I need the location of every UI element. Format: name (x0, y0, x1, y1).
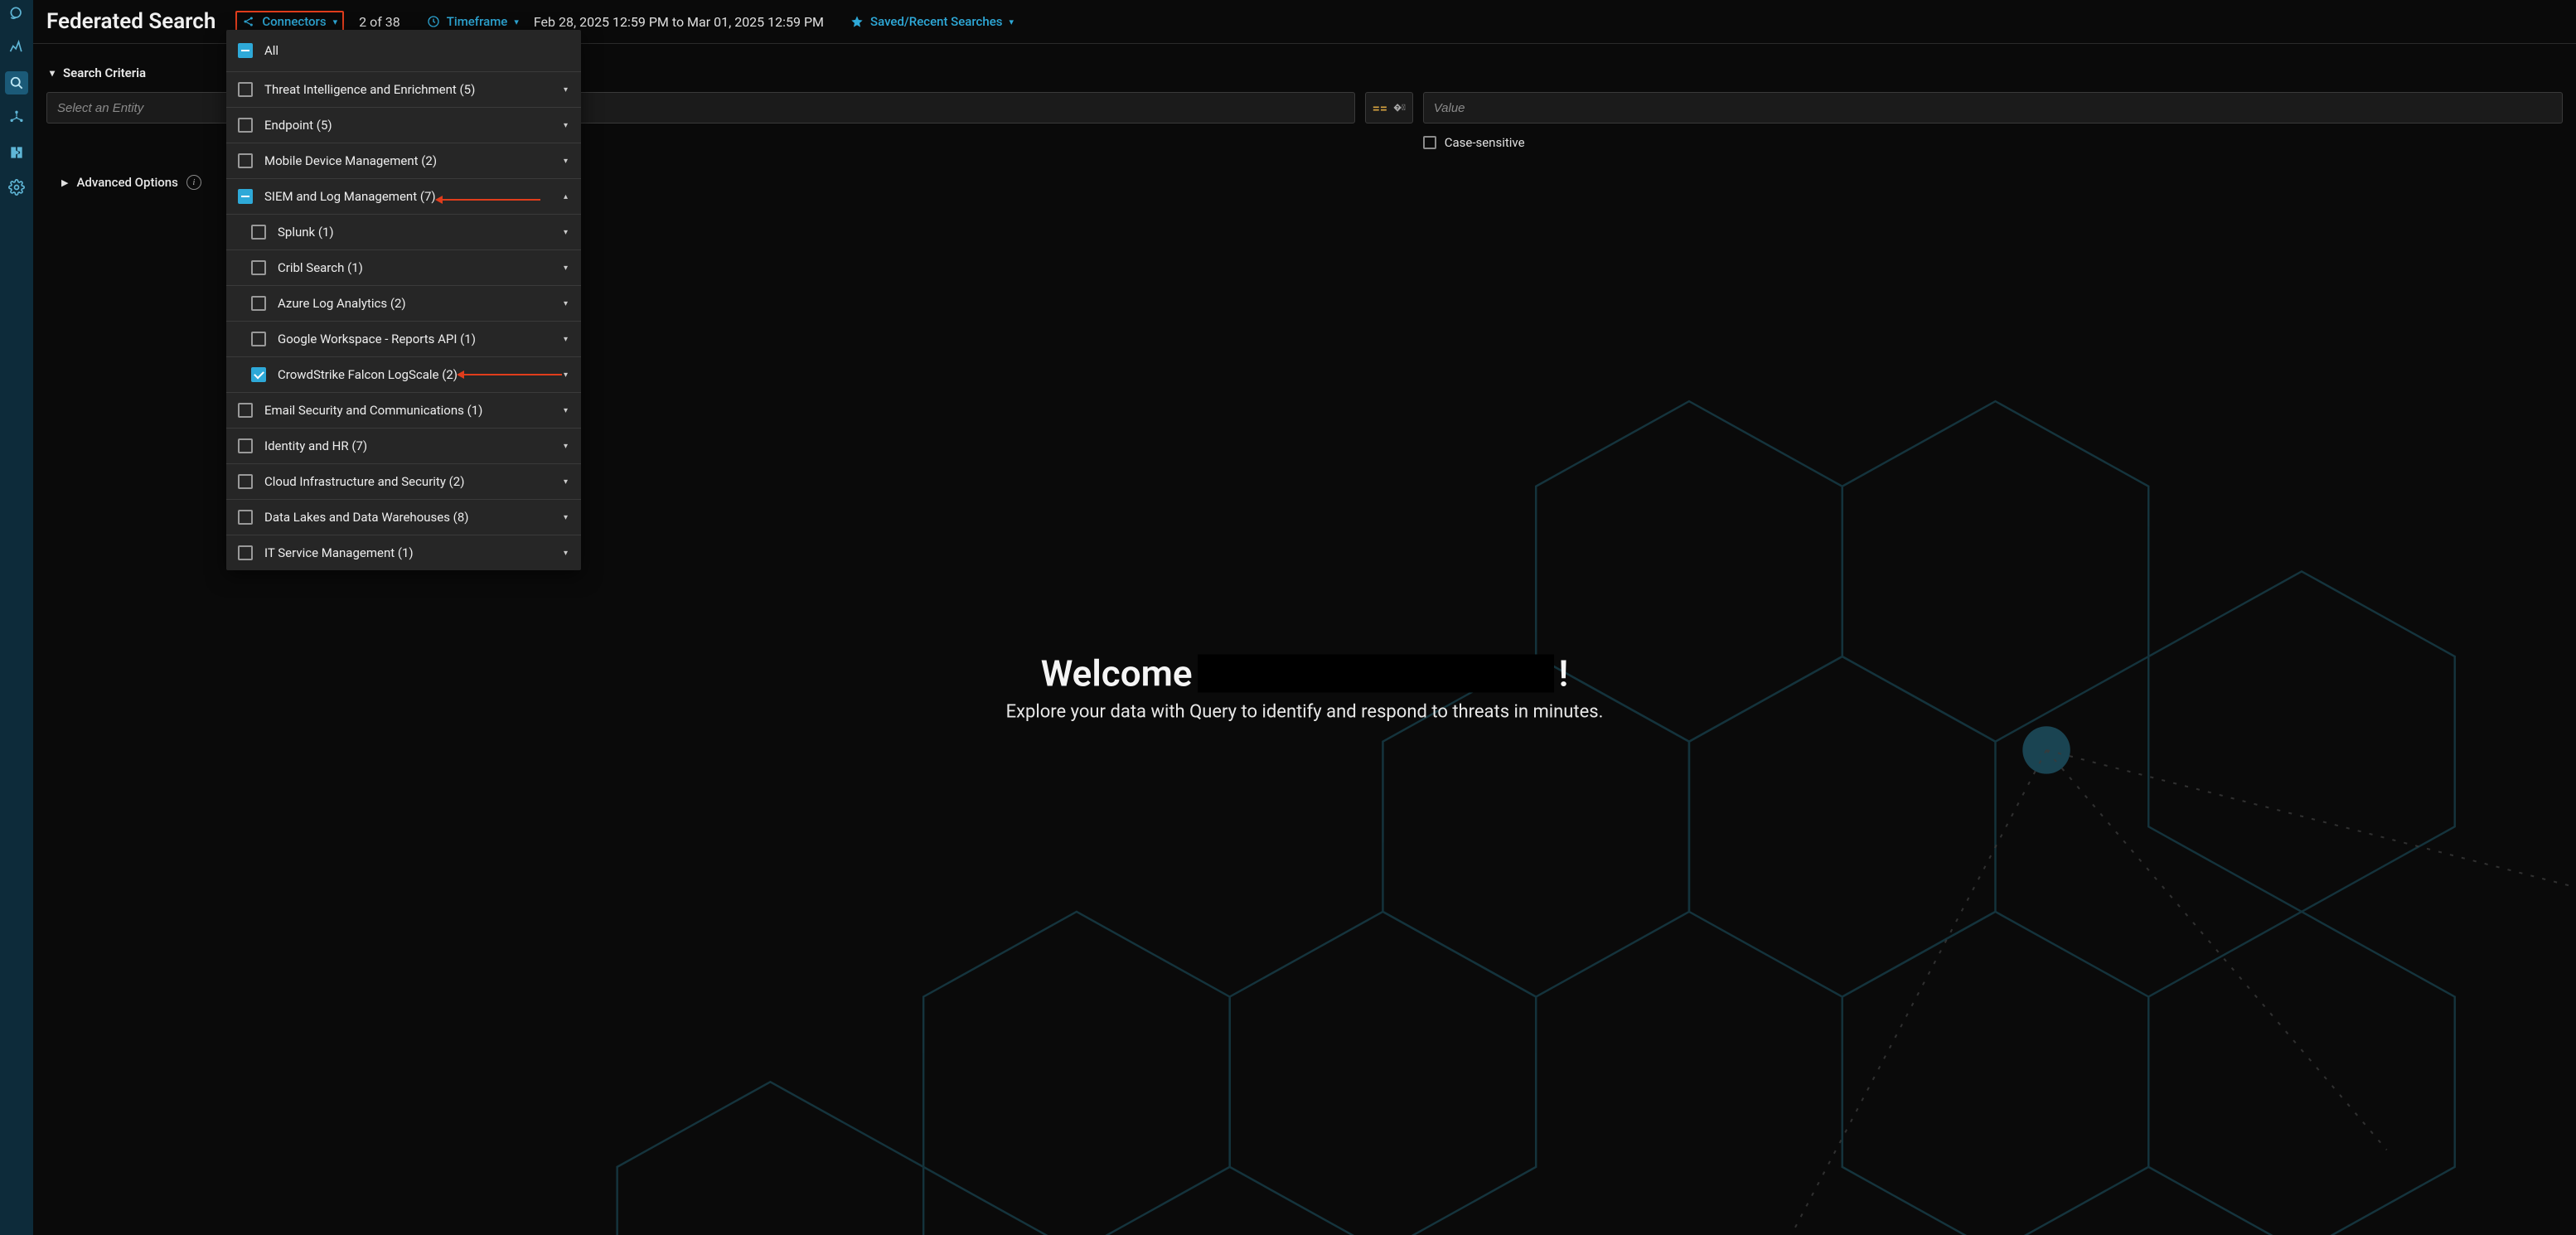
operator-select[interactable]: == �ំ (1365, 92, 1413, 124)
checkbox-icon (238, 403, 253, 418)
welcome-block: Welcome ! Explore your data with Query t… (33, 651, 2576, 722)
connector-group-row[interactable]: SIEM and Log Management (7) ▴ (226, 178, 581, 214)
connector-group-row[interactable]: Mobile Device Management (2) ▾ (226, 143, 581, 178)
operator-value: == (1373, 100, 1387, 116)
caret-down-icon: ▾ (562, 299, 569, 308)
checkbox-icon (1423, 136, 1436, 149)
connector-group-label: Endpoint (5) (264, 118, 550, 133)
nav-search-icon[interactable] (5, 71, 28, 94)
left-nav-rail (0, 0, 33, 1235)
saved-searches-trigger[interactable]: Saved/Recent Searches ▾ (850, 14, 1014, 29)
connector-group-label: SIEM and Log Management (7) (264, 189, 550, 204)
connector-group-row[interactable]: Data Lakes and Data Warehouses (8) ▾ (226, 499, 581, 535)
chevron-down-icon: ▾ (1009, 17, 1014, 27)
checkbox-icon (238, 118, 253, 133)
connector-item-row[interactable]: CrowdStrike Falcon LogScale (2) ▾ (226, 356, 581, 392)
nav-integrations-icon[interactable] (5, 141, 28, 164)
checkbox-icon (238, 189, 253, 204)
caret-down-icon: ▾ (562, 85, 569, 94)
caret-down-icon: ▾ (562, 157, 569, 166)
connector-all-label: All (264, 43, 569, 58)
page-title: Federated Search (46, 9, 215, 34)
search-criteria-heading: Search Criteria (63, 65, 146, 80)
caret-down-icon: ▾ (562, 121, 569, 130)
caret-down-icon: ▾ (562, 264, 569, 273)
connector-group-row[interactable]: Cloud Infrastructure and Security (2) ▾ (226, 463, 581, 499)
caret-up-icon: ▴ (562, 192, 569, 201)
nav-settings-icon[interactable] (5, 176, 28, 199)
nav-connectors-icon[interactable] (5, 106, 28, 129)
case-sensitive-toggle[interactable]: Case-sensitive (1423, 135, 1525, 150)
caret-down-icon: ▾ (562, 228, 569, 237)
connectors-label: Connectors (262, 14, 326, 29)
caret-down-icon: ▾ (562, 370, 569, 380)
connector-item-row[interactable]: Splunk (1) ▾ (226, 214, 581, 249)
star-icon (850, 15, 864, 28)
caret-down-icon: ▾ (562, 513, 569, 522)
checkbox-icon (251, 225, 266, 240)
welcome-suffix: ! (1559, 651, 1569, 695)
info-icon[interactable]: i (186, 175, 201, 190)
caret-right-icon: ▶ (61, 177, 68, 188)
caret-down-icon: ▾ (562, 406, 569, 415)
timeframe-dropdown-trigger[interactable]: Timeframe ▾ (427, 14, 519, 29)
connector-item-label: Cribl Search (1) (278, 260, 550, 275)
connector-group-row[interactable]: Identity and HR (7) ▾ (226, 428, 581, 463)
connector-group-label: Threat Intelligence and Enrichment (5) (264, 82, 550, 97)
timeframe-label: Timeframe (447, 14, 508, 29)
connector-group-label: IT Service Management (1) (264, 545, 550, 560)
connector-group-label: Email Security and Communications (1) (264, 403, 550, 418)
connectors-dropdown-panel: All Threat Intelligence and Enrichment (… (226, 30, 581, 570)
connector-group-label: Identity and HR (7) (264, 438, 550, 453)
chevron-down-icon: ▾ (514, 17, 519, 27)
connector-item-label: Splunk (1) (278, 225, 550, 240)
connector-item-row[interactable]: Google Workspace - Reports API (1) ▾ (226, 321, 581, 356)
connector-item-label: Azure Log Analytics (2) (278, 296, 550, 311)
caret-down-icon: ▾ (562, 549, 569, 558)
clock-icon (427, 15, 440, 28)
chevron-down-icon: �ំ (1393, 104, 1406, 113)
checkbox-icon (251, 296, 266, 311)
chevron-down-icon: ▾ (333, 17, 338, 27)
connector-item-row[interactable]: Cribl Search (1) ▾ (226, 249, 581, 285)
welcome-redacted-name (1198, 654, 1554, 692)
checkbox-icon (251, 332, 266, 346)
caret-down-icon: ▾ (562, 335, 569, 344)
checkbox-icon (238, 474, 253, 489)
connector-group-row[interactable]: Email Security and Communications (1) ▾ (226, 392, 581, 428)
checkbox-icon (238, 438, 253, 453)
connector-item-label: Google Workspace - Reports API (1) (278, 332, 550, 346)
connector-group-row[interactable]: IT Service Management (1) ▾ (226, 535, 581, 570)
case-sensitive-label: Case-sensitive (1445, 135, 1525, 150)
caret-down-icon: ▾ (562, 442, 569, 451)
connector-group-row[interactable]: Threat Intelligence and Enrichment (5) ▾ (226, 71, 581, 107)
chevron-down-icon: ▾ (50, 67, 55, 79)
checkbox-icon (251, 260, 266, 275)
share-nodes-icon (242, 15, 255, 28)
advanced-options-label: Advanced Options (76, 175, 177, 190)
connector-group-label: Data Lakes and Data Warehouses (8) (264, 510, 550, 525)
value-input[interactable] (1423, 92, 2563, 124)
connector-item-label: CrowdStrike Falcon LogScale (2) (278, 367, 550, 382)
connector-item-row[interactable]: Azure Log Analytics (2) ▾ (226, 285, 581, 321)
welcome-prefix: Welcome (1041, 651, 1193, 695)
checkbox-icon (238, 82, 253, 97)
welcome-subtitle: Explore your data with Query to identify… (33, 701, 2576, 722)
connector-group-row[interactable]: Endpoint (5) ▾ (226, 107, 581, 143)
checkbox-icon (238, 510, 253, 525)
connector-option-all[interactable]: All (226, 30, 581, 71)
timeframe-value: Feb 28, 2025 12:59 PM to Mar 01, 2025 12… (534, 14, 824, 30)
caret-down-icon: ▾ (562, 477, 569, 487)
checkbox-icon (238, 153, 253, 168)
checkbox-icon (251, 367, 266, 382)
nav-logo-icon[interactable] (5, 2, 28, 25)
checkbox-indeterminate-icon (238, 43, 253, 58)
connector-group-label: Mobile Device Management (2) (264, 153, 550, 168)
connector-group-label: Cloud Infrastructure and Security (2) (264, 474, 550, 489)
saved-searches-label: Saved/Recent Searches (870, 14, 1002, 29)
checkbox-icon (238, 545, 253, 560)
nav-dashboard-icon[interactable] (5, 36, 28, 60)
connectors-count: 2 of 38 (359, 14, 400, 30)
